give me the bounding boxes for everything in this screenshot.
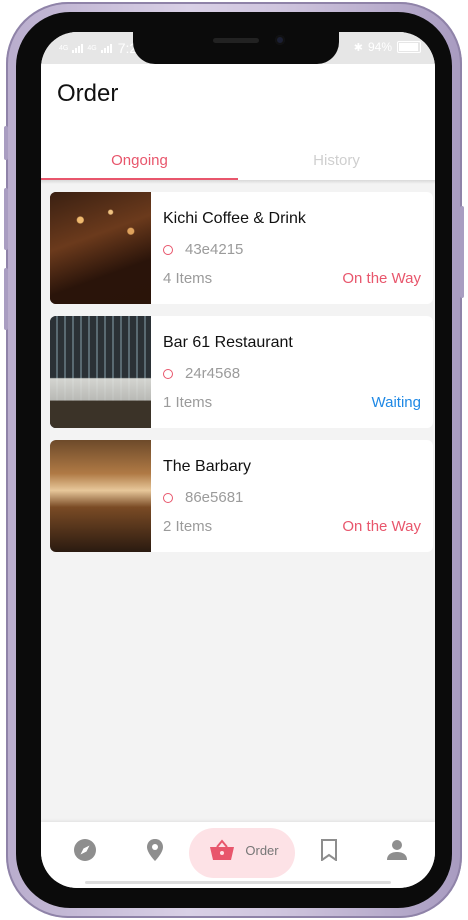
network-label-1: 4G (59, 44, 69, 52)
nav-location[interactable] (137, 822, 173, 878)
order-ring-icon (163, 492, 173, 503)
header-divider (41, 180, 435, 184)
order-tabs: Ongoing History (41, 142, 435, 180)
status-right: ✱ 94% (354, 40, 421, 54)
power-button (460, 206, 464, 298)
basket-icon (210, 839, 235, 860)
order-card[interactable]: The Barbary 86e5681 2 Items On the Way (50, 440, 433, 552)
restaurant-image (50, 316, 151, 428)
battery-icon (397, 41, 421, 53)
order-code: 86e5681 (185, 489, 244, 506)
person-icon (387, 840, 407, 860)
order-list: Kichi Coffee & Drink 43e4215 4 Items On … (50, 192, 433, 564)
nav-order-label: Order (245, 842, 279, 858)
app-screen: 4G 4G 7:20 ✱ 94% Order Ongoing History K… (41, 32, 435, 888)
order-ring-icon (163, 368, 173, 379)
order-card[interactable]: Bar 61 Restaurant 24r4568 1 Items Waitin… (50, 316, 433, 428)
side-button (4, 126, 8, 160)
signal-icon-2 (100, 43, 112, 53)
volume-down-button (4, 268, 8, 330)
tab-history[interactable]: History (238, 142, 435, 180)
location-pin-icon (147, 839, 163, 861)
phone-notch (133, 26, 339, 64)
order-status: On the Way (342, 518, 421, 535)
item-count: 1 Items (163, 394, 213, 411)
order-code: 24r4568 (185, 365, 241, 382)
home-indicator (85, 881, 391, 884)
order-status: On the Way (342, 270, 421, 287)
order-code: 43e4215 (185, 241, 244, 258)
page-title: Order (57, 80, 119, 107)
restaurant-name: Bar 61 Restaurant (163, 334, 293, 351)
restaurant-image (50, 192, 151, 304)
nav-profile[interactable] (379, 822, 415, 878)
battery-percent: 94% (367, 40, 392, 54)
app-header: Order Ongoing History (41, 64, 435, 180)
nav-order[interactable]: Order (199, 822, 289, 878)
tab-ongoing[interactable]: Ongoing (41, 142, 238, 180)
nav-explore[interactable] (67, 822, 103, 878)
order-ring-icon (163, 244, 173, 255)
order-code-row: 86e5681 (163, 489, 243, 506)
bookmark-icon (321, 839, 337, 861)
front-camera (275, 35, 285, 45)
restaurant-name: Kichi Coffee & Drink (163, 210, 306, 227)
order-code-row: 24r4568 (163, 365, 240, 382)
restaurant-image (50, 440, 151, 552)
bluetooth-icon: ✱ (353, 41, 363, 54)
restaurant-name: The Barbary (163, 458, 252, 475)
compass-icon (74, 839, 96, 861)
item-count: 2 Items (163, 518, 213, 535)
order-code-row: 43e4215 (163, 241, 243, 258)
item-count: 4 Items (163, 270, 213, 287)
volume-up-button (4, 188, 8, 250)
network-label-2: 4G (87, 44, 97, 52)
bottom-nav: Order (41, 822, 435, 888)
signal-icon (72, 43, 84, 53)
speaker-grille (213, 38, 259, 43)
order-status: Waiting (371, 394, 421, 411)
nav-saved[interactable] (311, 822, 347, 878)
order-card[interactable]: Kichi Coffee & Drink 43e4215 4 Items On … (50, 192, 433, 304)
